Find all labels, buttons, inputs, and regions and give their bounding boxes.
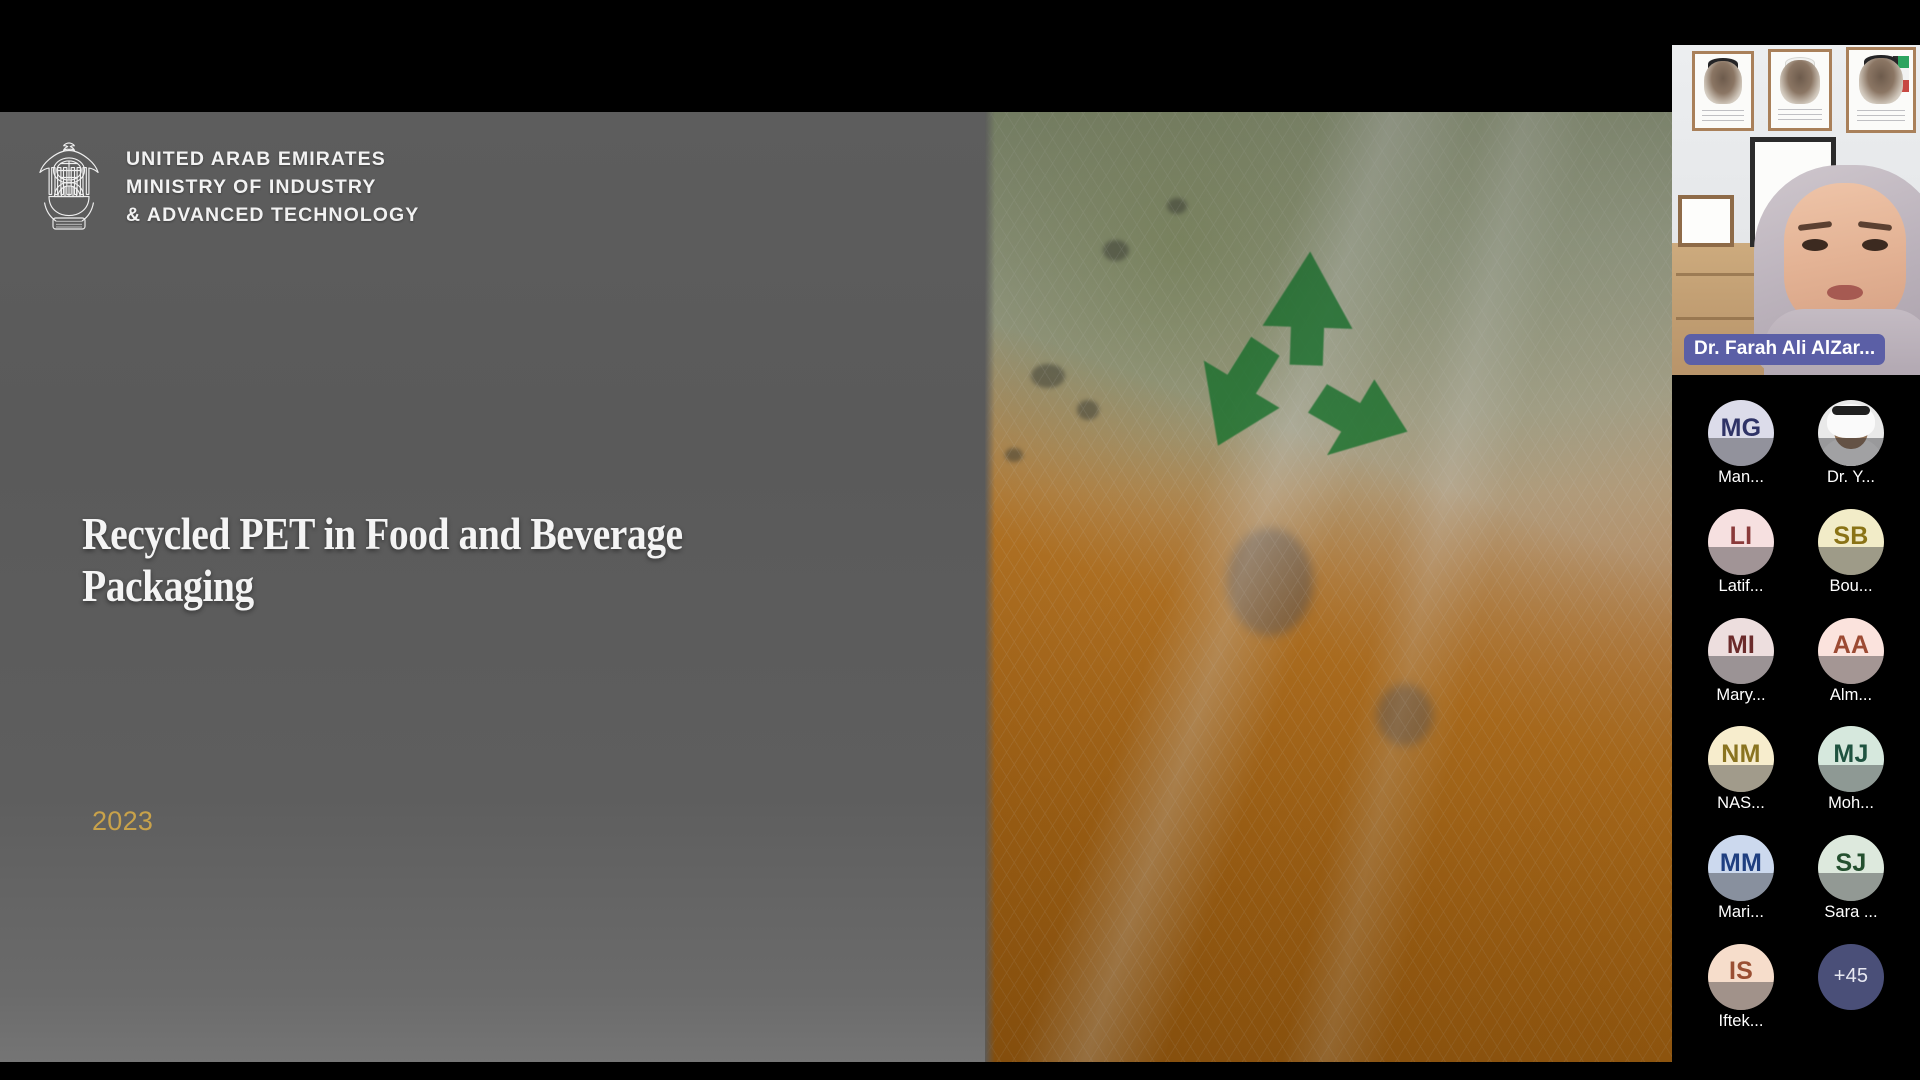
avatar[interactable]: NM (1708, 726, 1774, 793)
participant-overflow-tile[interactable]: +45 (1801, 943, 1901, 1032)
participant-rail: Dr. Farah Ali AlZar... MG Man... Dr. Y..… (1672, 0, 1920, 1080)
participant-row: MI Mary... AA Alm... (1686, 617, 1906, 706)
participant-tile[interactable]: LI Latif... (1691, 508, 1791, 597)
wall-portrait-3 (1846, 47, 1916, 133)
avatar-initials: SJ (1835, 848, 1867, 877)
ministry-line-3: & ADVANCED TECHNOLOGY (126, 203, 420, 226)
ministry-line-1: UNITED ARAB EMIRATES (126, 148, 386, 171)
active-speaker-video (1672, 45, 1920, 375)
participant-name: Sara ... (1824, 903, 1878, 922)
participant-tile[interactable]: MI Mary... (1691, 617, 1791, 706)
avatar[interactable]: MJ (1818, 726, 1884, 793)
avatar[interactable]: MG (1708, 400, 1774, 466)
participant-name: Dr. Y... (1826, 468, 1875, 486)
participant-row: NM NAS... MJ Moh... (1686, 726, 1906, 814)
participant-tile[interactable]: SB Bou... (1801, 508, 1901, 597)
participant-tile[interactable]: NM NAS... (1691, 726, 1791, 814)
participant-name: Latif... (1718, 576, 1764, 595)
shared-slide[interactable]: UNITED ARAB EMIRATES MINISTRY OF INDUSTR… (0, 112, 1672, 1062)
participant-name: Iftek... (1718, 1011, 1764, 1030)
avatar-initials: SB (1833, 522, 1869, 551)
participant-name: Alm... (1829, 685, 1873, 704)
avatar[interactable]: IS (1708, 943, 1774, 1010)
participant-tile[interactable]: IS Iftek... (1691, 943, 1791, 1032)
participant-name: Moh... (1828, 794, 1874, 813)
participant-name: Bou... (1829, 576, 1873, 595)
avatar[interactable]: AA (1818, 617, 1884, 684)
participant-tile[interactable]: AA Alm... (1801, 617, 1901, 706)
participant-tile[interactable]: MG Man... (1691, 400, 1791, 488)
slide-text-column: UNITED ARAB EMIRATES MINISTRY OF INDUSTR… (0, 112, 985, 1062)
avatar-initials: MI (1726, 631, 1756, 660)
participant-tile[interactable]: SJ Sara ... (1801, 835, 1901, 923)
avatar[interactable]: SJ (1818, 835, 1884, 902)
wall-portrait-2 (1768, 49, 1832, 131)
participant-row: IS Iftek... +45 (1686, 943, 1906, 1032)
participant-tile[interactable]: MJ Moh... (1801, 726, 1901, 814)
avatar-initials: IS (1728, 957, 1754, 986)
participant-name: Mary... (1716, 685, 1766, 704)
active-speaker-name-badge: Dr. Farah Ali AlZar... (1684, 334, 1886, 365)
participant-row: LI Latif... SB Bou... (1686, 508, 1906, 597)
uae-falcon-emblem-icon (39, 142, 99, 230)
participant-grid: MG Man... Dr. Y... LI Latif... SB Bou...… (1672, 400, 1920, 1053)
avatar-initials: NM (1721, 739, 1761, 768)
avatar-initials: LI (1729, 522, 1753, 551)
participant-row: MM Mari... SJ Sara ... (1686, 835, 1906, 923)
avatar[interactable]: MI (1708, 617, 1774, 684)
avatar[interactable]: MM (1708, 835, 1774, 902)
overflow-count: +45 (1833, 965, 1869, 988)
participant-tile[interactable]: Dr. Y... (1801, 400, 1901, 488)
wall-portrait-1 (1692, 51, 1754, 131)
ministry-line-2: MINISTRY OF INDUSTRY (126, 176, 377, 199)
participant-row: MG Man... Dr. Y... (1686, 400, 1906, 488)
slide-title: Recycled PET in Food and Beverage Packag… (82, 509, 683, 611)
produce-packaging-photo (985, 112, 1672, 1062)
ministry-name: UNITED ARAB EMIRATES MINISTRY OF INDUSTR… (126, 146, 419, 229)
slide-photo (985, 112, 1672, 1062)
avatar-photo[interactable] (1818, 400, 1884, 466)
avatar[interactable]: LI (1708, 508, 1774, 575)
overflow-count-avatar[interactable]: +45 (1818, 943, 1884, 1010)
meeting-screen-share-view: UNITED ARAB EMIRATES MINISTRY OF INDUSTR… (0, 0, 1920, 1080)
participant-name: Mari... (1718, 903, 1764, 922)
slide-bottom-letterbox (0, 1062, 1672, 1080)
participant-name: NAS... (1717, 794, 1765, 813)
participant-tile[interactable]: MM Mari... (1691, 835, 1791, 923)
slide-year: 2023 (92, 806, 154, 836)
avatar-initials: MM (1719, 848, 1763, 877)
ministry-logo-block: UNITED ARAB EMIRATES MINISTRY OF INDUSTR… (30, 134, 419, 242)
certificate-small (1678, 195, 1734, 247)
active-speaker-tile[interactable]: Dr. Farah Ali AlZar... (1672, 45, 1920, 375)
participant-name: Man... (1718, 468, 1764, 486)
avatar-initials: AA (1832, 631, 1870, 660)
avatar-initials: MG (1720, 413, 1762, 442)
avatar[interactable]: SB (1818, 508, 1884, 575)
avatar-initials: MJ (1833, 739, 1869, 768)
